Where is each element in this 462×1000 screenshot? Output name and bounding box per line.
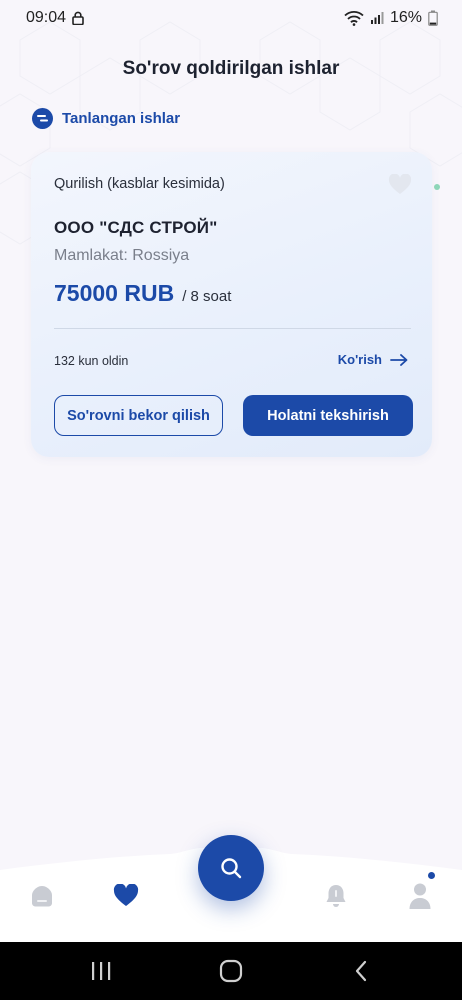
filter-list-icon bbox=[32, 108, 53, 129]
cancel-request-button[interactable]: So'rovni bekor qilish bbox=[54, 395, 223, 436]
selected-jobs-filter[interactable]: Tanlangan ishlar bbox=[32, 108, 180, 129]
filter-chip-label: Tanlangan ishlar bbox=[62, 110, 181, 127]
price-row: 75000 RUB / 8 soat bbox=[54, 280, 231, 307]
view-link-label: Ko'rish bbox=[337, 352, 382, 367]
card-divider bbox=[54, 328, 411, 329]
heart-icon bbox=[113, 884, 139, 906]
posted-ago: 132 kun oldin bbox=[54, 354, 129, 368]
home-icon bbox=[32, 886, 52, 907]
profile-notification-dot bbox=[428, 872, 435, 879]
wifi-icon bbox=[344, 11, 364, 26]
country-text: Mamlakat: Rossiya bbox=[54, 247, 190, 264]
system-navigation-bar bbox=[0, 942, 462, 1000]
nav-profile[interactable] bbox=[402, 878, 438, 914]
battery-icon bbox=[428, 10, 438, 26]
page-title: So'rov qoldirilgan ishlar bbox=[122, 58, 340, 79]
price-value: 75000 RUB bbox=[54, 280, 175, 306]
search-icon bbox=[221, 858, 242, 879]
recent-apps-icon bbox=[92, 962, 111, 980]
user-icon bbox=[409, 883, 431, 909]
back-chevron-icon bbox=[355, 960, 367, 982]
nav-favorites[interactable] bbox=[108, 878, 144, 914]
signal-icon bbox=[370, 12, 384, 24]
nav-notifications[interactable] bbox=[318, 878, 354, 914]
check-status-button[interactable]: Holatni tekshirish bbox=[243, 395, 413, 436]
status-bar: 09:04 16% bbox=[0, 0, 462, 36]
job-category: Qurilish (kasblar kesimida) bbox=[54, 176, 225, 192]
price-unit: / 8 soat bbox=[182, 288, 232, 305]
status-time: 09:04 bbox=[26, 9, 67, 26]
home-circle-icon bbox=[219, 959, 243, 983]
lock-icon bbox=[72, 11, 84, 25]
home-button[interactable] bbox=[216, 956, 246, 986]
arrow-right-icon bbox=[390, 353, 408, 366]
company-name: ООО "СДС СТРОЙ" bbox=[54, 218, 218, 237]
back-button[interactable] bbox=[346, 956, 376, 986]
view-link[interactable]: Ko'rish bbox=[338, 352, 408, 367]
search-button[interactable] bbox=[198, 835, 264, 901]
job-card[interactable]: Qurilish (kasblar kesimida) ООО "СДС СТР… bbox=[31, 152, 432, 457]
favorite-heart-icon[interactable] bbox=[388, 173, 412, 201]
indicator-dot bbox=[434, 184, 440, 190]
bell-icon bbox=[326, 885, 346, 907]
nav-home[interactable] bbox=[24, 878, 60, 914]
bottom-navigation bbox=[0, 835, 462, 942]
battery-percent: 16% bbox=[389, 9, 422, 26]
recent-apps-button[interactable] bbox=[86, 956, 116, 986]
